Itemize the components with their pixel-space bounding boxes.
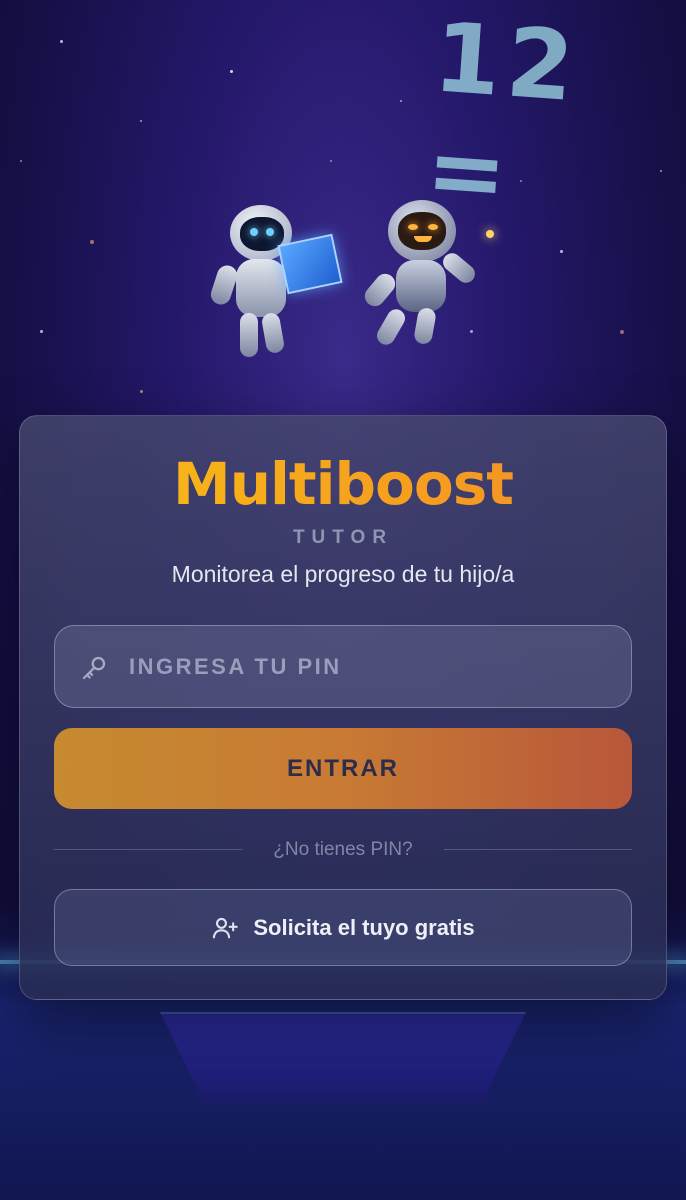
stage-platform — [160, 1012, 526, 1102]
request-pin-button[interactable]: Solicita el tuyo gratis — [54, 889, 632, 966]
star — [40, 330, 43, 333]
robot-reader-icon — [200, 195, 350, 365]
app-subtitle: TUTOR — [292, 527, 394, 548]
star — [20, 160, 22, 162]
pin-input[interactable] — [129, 626, 609, 707]
star — [330, 160, 332, 162]
tagline: Monitorea el progreso de tu hijo/a — [171, 561, 515, 587]
pin-field[interactable] — [54, 625, 632, 708]
request-pin-label: Solicita el tuyo gratis — [253, 914, 475, 940]
key-icon — [82, 656, 106, 680]
app-logo-title: Multiboost — [0, 450, 686, 518]
star — [230, 70, 233, 73]
mascot-illustration — [200, 195, 510, 365]
no-pin-text: ¿No tienes PIN? — [273, 839, 413, 860]
star — [140, 390, 143, 393]
robot-magic-wand-icon — [350, 200, 500, 360]
star — [60, 40, 63, 43]
star — [90, 240, 94, 244]
star — [140, 120, 142, 122]
star — [400, 100, 402, 102]
user-plus-icon — [213, 917, 239, 938]
enter-button[interactable]: ENTRAR — [54, 728, 632, 809]
star — [620, 330, 624, 334]
star — [560, 250, 563, 253]
